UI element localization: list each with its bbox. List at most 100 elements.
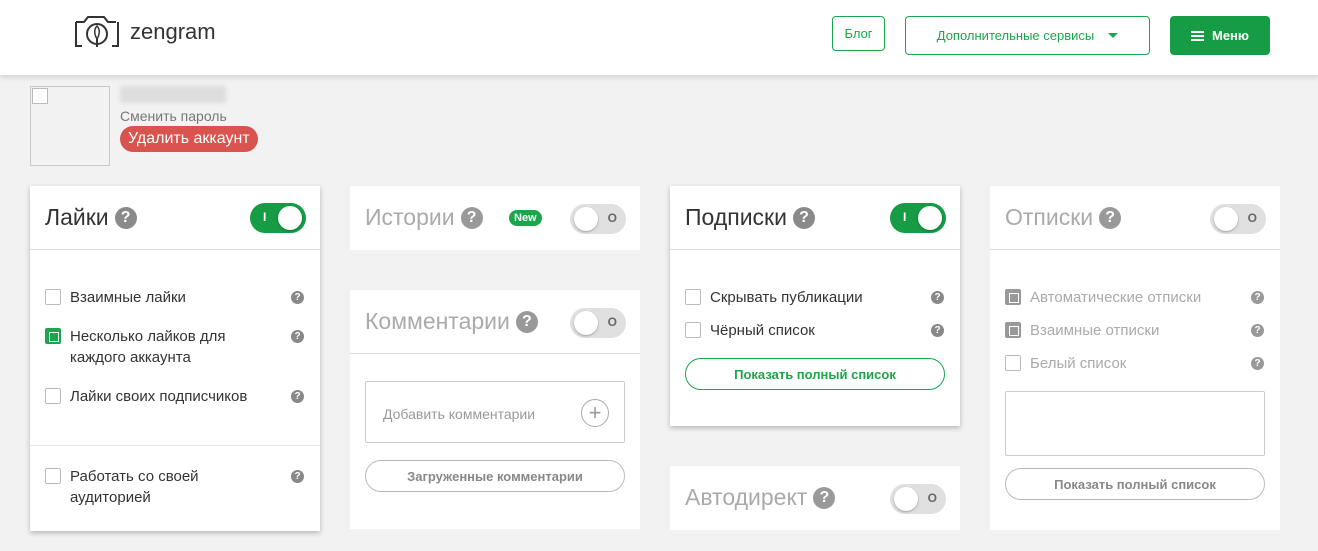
- toggle-knob: [278, 206, 302, 230]
- autodirect-title: Автодирект ?: [685, 484, 836, 511]
- show-full-list-button[interactable]: Показать полный список: [1005, 468, 1265, 500]
- option-blacklist[interactable]: Чёрный список: [685, 320, 915, 341]
- option-auto-unfollow[interactable]: Автоматические отписки: [1005, 287, 1235, 308]
- whitelist-textarea[interactable]: [1005, 391, 1265, 456]
- follows-card-header: Подписки ? I: [670, 186, 960, 250]
- help-icon[interactable]: ?: [114, 206, 137, 229]
- help-icon[interactable]: ?: [291, 390, 304, 403]
- follows-toggle[interactable]: I: [890, 203, 946, 233]
- menu-button[interactable]: Меню: [1170, 16, 1270, 55]
- help-icon[interactable]: ?: [813, 486, 836, 509]
- checkbox-checked-disabled[interactable]: [1005, 322, 1021, 338]
- checkbox[interactable]: [45, 468, 61, 484]
- comments-card-header: Комментарии ? O: [350, 290, 640, 354]
- logo-text: zengram: [130, 19, 216, 44]
- option-hide-posts[interactable]: Скрывать публикации: [685, 287, 915, 308]
- likes-toggle[interactable]: I: [250, 203, 306, 233]
- loaded-comments-button[interactable]: Загруженные комментарии: [365, 460, 625, 492]
- hamburger-icon: [1190, 29, 1204, 43]
- autodirect-toggle[interactable]: O: [890, 484, 946, 514]
- new-badge: New: [509, 210, 542, 226]
- option-multiple-likes[interactable]: Несколько лайков для каждого аккаунта: [45, 326, 245, 368]
- unfollows-title: Отписки ?: [1005, 204, 1122, 231]
- option-label: Чёрный список: [710, 322, 815, 339]
- help-icon[interactable]: ?: [291, 330, 304, 343]
- option-label: Взаимные лайки: [70, 289, 186, 306]
- plus-icon[interactable]: +: [581, 399, 609, 427]
- camera-logo-icon: [75, 16, 119, 47]
- help-icon[interactable]: ?: [1099, 206, 1122, 229]
- option-mutual-unfollow[interactable]: Взаимные отписки: [1005, 320, 1235, 341]
- chevron-down-icon: [1108, 33, 1119, 38]
- stories-title-text: Истории: [365, 204, 455, 230]
- services-dropdown-button[interactable]: Дополнительные сервисы: [905, 16, 1150, 55]
- toggle-knob: [918, 206, 942, 230]
- toggle-knob: [1214, 207, 1238, 231]
- toggle-knob: [574, 311, 598, 335]
- checkbox[interactable]: [685, 289, 701, 305]
- toggle-on-mark: I: [263, 210, 267, 224]
- avatar: [30, 86, 110, 166]
- checkbox-checked[interactable]: [45, 328, 61, 344]
- option-label: Автоматические отписки: [1030, 289, 1202, 306]
- option-likes-followers[interactable]: Лайки своих подписчиков: [45, 386, 275, 407]
- follows-title: Подписки ?: [685, 204, 815, 231]
- option-own-audience[interactable]: Работать со своей аудиторией: [45, 466, 225, 508]
- help-icon[interactable]: ?: [931, 324, 944, 337]
- option-label: Скрывать публикации: [710, 289, 863, 306]
- option-label: Лайки своих подписчиков: [70, 388, 248, 405]
- toggle-knob: [574, 207, 598, 231]
- divider: [30, 445, 320, 446]
- add-comments-label: Добавить комментарии: [383, 406, 536, 422]
- option-label: Работать со своей аудиторией: [70, 468, 199, 506]
- follows-title-text: Подписки: [685, 204, 787, 230]
- stories-title: Истории ?: [365, 204, 483, 231]
- help-icon[interactable]: ?: [291, 470, 304, 483]
- change-password-link[interactable]: Сменить пароль: [120, 108, 227, 124]
- top-header: zengram Блог Дополнительные сервисы Меню: [0, 0, 1318, 75]
- checkbox[interactable]: [685, 322, 701, 338]
- help-icon[interactable]: ?: [931, 291, 944, 304]
- toggle-off-mark: O: [927, 491, 937, 505]
- autodirect-card: Автодирект ? O: [670, 466, 960, 530]
- toggle-knob: [894, 487, 918, 511]
- option-label: Белый список: [1030, 355, 1127, 372]
- stories-toggle[interactable]: O: [570, 204, 626, 234]
- toggle-off-mark: O: [607, 211, 617, 225]
- services-label: Дополнительные сервисы: [936, 28, 1095, 43]
- likes-title-text: Лайки: [45, 204, 109, 230]
- unfollows-card: Отписки ? O Автоматические отписки ? Вза…: [990, 186, 1280, 530]
- comments-card: Комментарии ? O Добавить комментарии + З…: [350, 290, 640, 529]
- delete-account-button[interactable]: Удалить аккаунт: [120, 126, 258, 152]
- checkbox[interactable]: [45, 388, 61, 404]
- option-mutual-likes[interactable]: Взаимные лайки: [45, 287, 295, 308]
- stories-card: Истории ? New O: [350, 186, 640, 250]
- comments-toggle[interactable]: O: [570, 308, 626, 338]
- blog-button[interactable]: Блог: [832, 16, 885, 51]
- toggle-off-mark: O: [607, 315, 617, 329]
- help-icon[interactable]: ?: [291, 291, 304, 304]
- broken-image-icon: [32, 88, 48, 104]
- checkbox-checked-disabled[interactable]: [1005, 289, 1021, 305]
- unfollows-toggle[interactable]: O: [1210, 204, 1266, 234]
- comments-title-text: Комментарии: [365, 308, 510, 334]
- option-whitelist[interactable]: Белый список: [1005, 353, 1235, 374]
- show-full-list-button[interactable]: Показать полный список: [685, 358, 945, 390]
- unfollows-title-text: Отписки: [1005, 204, 1094, 230]
- logo[interactable]: zengram: [72, 14, 216, 50]
- likes-card: Лайки ? I Взаимные лайки ? Несколько лай…: [30, 186, 320, 531]
- help-icon[interactable]: ?: [460, 206, 483, 229]
- username-blurred: [120, 86, 226, 103]
- toggle-off-mark: O: [1247, 211, 1257, 225]
- likes-card-header: Лайки ? I: [30, 186, 320, 250]
- autodirect-title-text: Автодирект: [685, 484, 808, 510]
- help-icon[interactable]: ?: [1251, 291, 1264, 304]
- help-icon[interactable]: ?: [1251, 324, 1264, 337]
- help-icon[interactable]: ?: [1251, 357, 1264, 370]
- checkbox[interactable]: [1005, 355, 1021, 371]
- checkbox[interactable]: [45, 289, 61, 305]
- add-comments-box[interactable]: Добавить комментарии +: [365, 381, 625, 443]
- follows-card: Подписки ? I Скрывать публикации ? Чёрны…: [670, 186, 960, 426]
- help-icon[interactable]: ?: [792, 206, 815, 229]
- help-icon[interactable]: ?: [515, 310, 538, 333]
